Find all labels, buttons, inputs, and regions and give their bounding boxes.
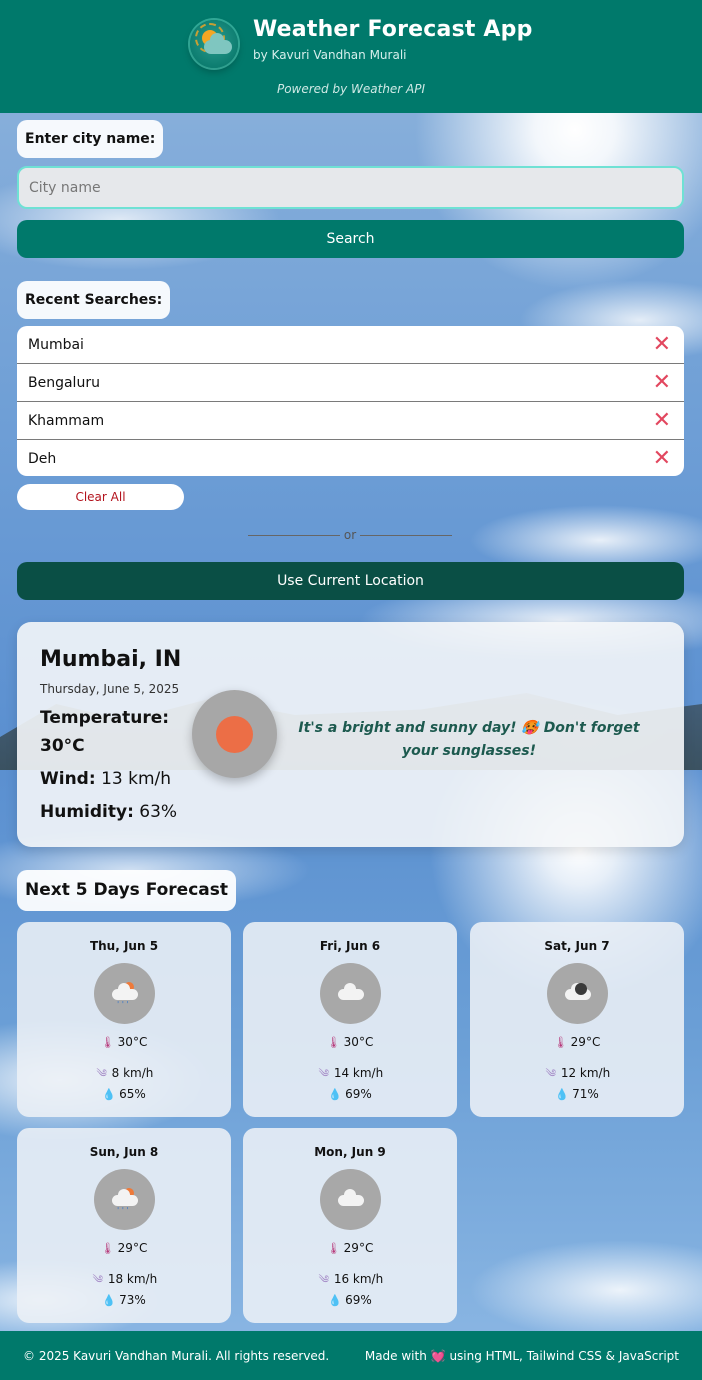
made-with-suffix: using HTML, Tailwind CSS & JavaScript: [449, 1349, 679, 1363]
clear-all-button[interactable]: Clear All: [17, 484, 184, 510]
forecast-humidity: 71%: [572, 1087, 599, 1101]
droplet-icon: 💧: [328, 1088, 342, 1101]
recent-item[interactable]: Mumbai ✕: [17, 326, 684, 364]
wind-label: Wind:: [40, 769, 96, 789]
forecast-temp: 30°C: [343, 1035, 374, 1049]
forecast-humidity: 73%: [119, 1293, 146, 1307]
thermometer-icon: 🌡: [100, 1036, 115, 1049]
forecast-temp: 29°C: [570, 1035, 601, 1049]
cloud-icon: [320, 1169, 381, 1230]
current-weather-card: Mumbai, IN Thursday, June 5, 2025 Temper…: [17, 622, 684, 847]
forecast-day: Thu, Jun 5: [89, 939, 159, 953]
forecast-humidity: 69%: [345, 1293, 372, 1307]
forecast-temp: 29°C: [117, 1241, 148, 1255]
forecast-wind: 16 km/h: [333, 1272, 384, 1286]
copyright-text: © 2025 Kavuri Vandhan Murali. All rights…: [23, 1349, 330, 1363]
use-current-location-button[interactable]: Use Current Location: [17, 562, 684, 600]
forecast-card: Sat, Jun 7 🌡 29°C ༄ 12 km/h 💧 71%: [470, 922, 684, 1117]
made-with-prefix: Made with: [364, 1349, 427, 1363]
recent-searches-label: Recent Searches:: [17, 281, 171, 319]
remove-icon[interactable]: ✕: [653, 326, 671, 364]
remove-icon[interactable]: ✕: [653, 364, 671, 402]
heart-icon: 💓: [430, 1349, 446, 1363]
humidity-value: 63%: [139, 802, 178, 822]
forecast-day: Fri, Jun 6: [319, 939, 381, 953]
forecast-wind: 14 km/h: [333, 1066, 384, 1080]
forecast-wind: 12 km/h: [560, 1066, 611, 1080]
remove-icon[interactable]: ✕: [653, 440, 671, 476]
wind-readout: Wind: 13 km/h: [40, 769, 171, 789]
sun-cloud-icon: [190, 20, 238, 68]
weather-message: It's a bright and sunny day! 🥵 Don't for…: [298, 720, 640, 759]
dark-cloud-icon: [547, 963, 608, 1024]
humidity-label: Humidity:: [40, 802, 134, 822]
city-input-label: Enter city name:: [17, 120, 164, 158]
sun-rain-cloud-icon: ' ' ': [94, 963, 155, 1024]
forecast-title: Next 5 Days Forecast: [17, 870, 237, 911]
or-divider: or: [248, 527, 452, 543]
forecast-wind: 8 km/h: [111, 1066, 154, 1080]
forecast-card: Mon, Jun 9 🌡 29°C ༄ 16 km/h 💧 69%: [243, 1128, 457, 1323]
forecast-humidity: 69%: [345, 1087, 372, 1101]
sun-rain-cloud-icon: ' ' ': [94, 1169, 155, 1230]
recent-item-label: Deh: [28, 451, 57, 467]
recent-item-label: Mumbai: [28, 337, 84, 353]
thermometer-icon: 🌡: [553, 1036, 568, 1049]
search-button[interactable]: Search: [17, 220, 684, 258]
city-input[interactable]: [17, 166, 684, 209]
sun-icon: [192, 690, 277, 778]
or-text: or: [343, 528, 357, 542]
forecast-card: Sun, Jun 8 ' ' ' 🌡 29°C ༄ 18 km/h 💧 73%: [17, 1128, 231, 1323]
thermometer-icon: 🌡: [326, 1036, 341, 1049]
footer: © 2025 Kavuri Vandhan Murali. All rights…: [0, 1331, 702, 1380]
recent-item-label: Khammam: [28, 413, 105, 429]
app-subtitle: by Kavuri Vandhan Murali: [253, 48, 407, 62]
made-with-text: Made with 💓 using HTML, Tailwind CSS & J…: [365, 1349, 679, 1363]
app-title: Weather Forecast App: [253, 17, 533, 42]
recent-item[interactable]: Bengaluru ✕: [17, 364, 684, 402]
forecast-card: Fri, Jun 6 🌡 30°C ༄ 14 km/h 💧 69%: [243, 922, 457, 1117]
forecast-day: Sun, Jun 8: [89, 1145, 159, 1159]
forecast-day: Mon, Jun 9: [314, 1145, 386, 1159]
droplet-icon: 💧: [328, 1294, 342, 1307]
recent-item[interactable]: Khammam ✕: [17, 402, 684, 440]
droplet-icon: 💧: [102, 1088, 116, 1101]
forecast-temp: 30°C: [117, 1035, 148, 1049]
current-date: Thursday, June 5, 2025: [40, 682, 180, 696]
temperature-value: 30°C: [40, 736, 85, 756]
recent-item[interactable]: Deh ✕: [17, 440, 684, 476]
humidity-readout: Humidity: 63%: [40, 802, 177, 822]
thermometer-icon: 🌡: [100, 1242, 115, 1255]
forecast-humidity: 65%: [119, 1087, 146, 1101]
recent-item-label: Bengaluru: [28, 375, 100, 391]
current-city: Mumbai, IN: [40, 647, 182, 672]
cloud-icon: [320, 963, 381, 1024]
recent-searches-list: Mumbai ✕ Bengaluru ✕ Khammam ✕ Deh ✕: [17, 326, 684, 476]
forecast-wind: 18 km/h: [107, 1272, 158, 1286]
remove-icon[interactable]: ✕: [653, 402, 671, 440]
app-header: Weather Forecast App by Kavuri Vandhan M…: [0, 0, 702, 113]
droplet-icon: 💧: [102, 1294, 116, 1307]
wind-value: 13 km/h: [101, 769, 172, 789]
thermometer-icon: 🌡: [326, 1242, 341, 1255]
forecast-temp: 29°C: [343, 1241, 374, 1255]
forecast-card: Thu, Jun 5 ' ' ' 🌡 30°C ༄ 8 km/h 💧 65%: [17, 922, 231, 1117]
temperature-label: Temperature:: [40, 708, 170, 728]
powered-by-text: Powered by Weather API: [276, 82, 426, 96]
forecast-day: Sat, Jun 7: [544, 939, 610, 953]
droplet-icon: 💧: [555, 1088, 569, 1101]
